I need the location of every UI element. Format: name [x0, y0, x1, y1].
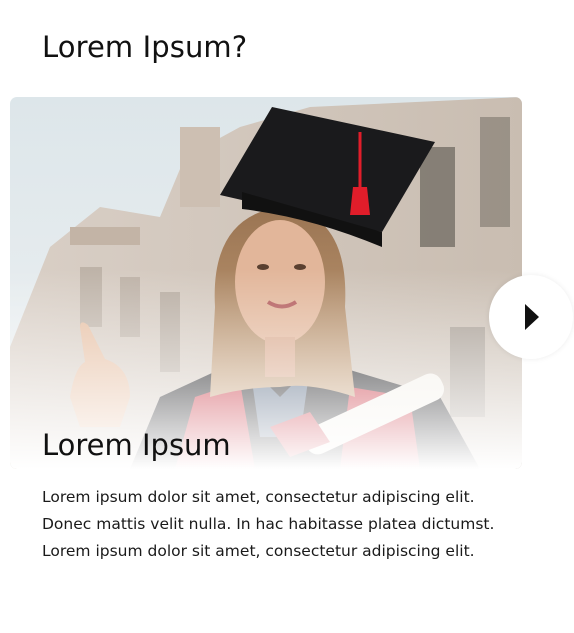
section-title: Lorem Ipsum?: [42, 30, 248, 64]
card-description: Lorem ipsum dolor sit amet, consectetur …: [42, 488, 495, 560]
chevron-right-icon: [525, 304, 539, 330]
carousel-card: [10, 97, 522, 469]
card-title: Lorem Ipsum: [42, 428, 231, 462]
carousel-next-button[interactable]: [489, 275, 573, 359]
